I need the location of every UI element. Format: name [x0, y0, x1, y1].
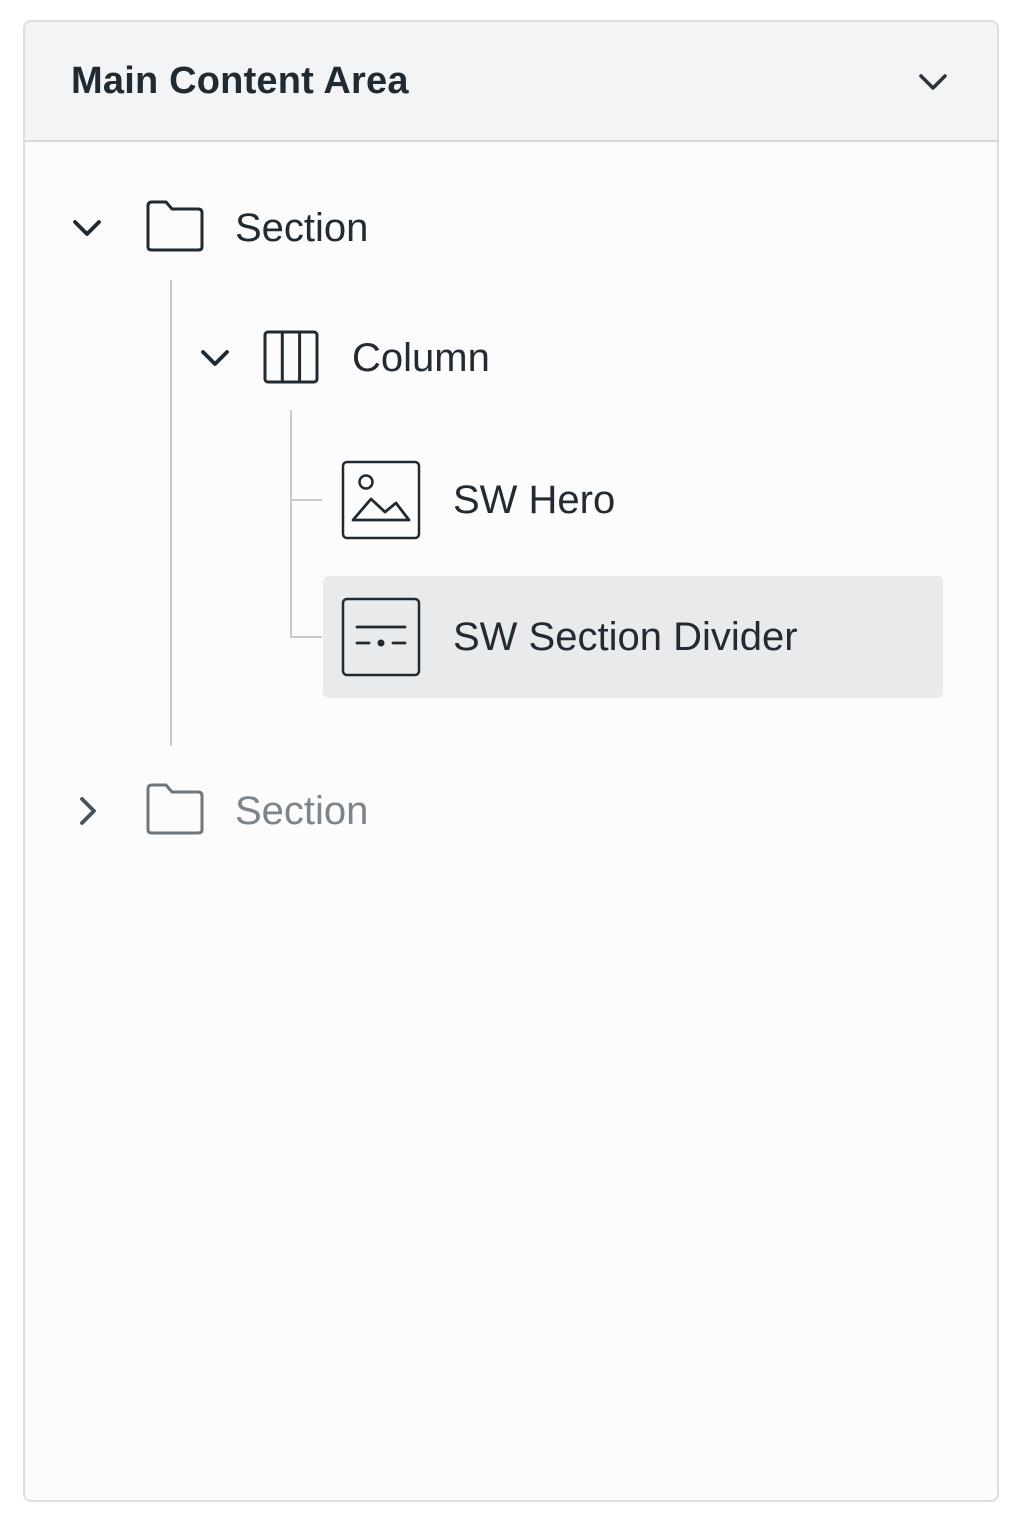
tree-item-sw-hero[interactable]: SW Hero	[25, 460, 997, 540]
tree-item-section[interactable]: Section	[25, 771, 997, 851]
tree-item-label: SW Section Divider	[453, 615, 798, 659]
chevron-down-icon[interactable]	[905, 64, 961, 104]
chevron-down-icon[interactable]	[67, 208, 107, 248]
tree-item-section[interactable]: Section	[25, 188, 997, 268]
panel-header[interactable]: Main Content Area	[25, 22, 997, 142]
folder-icon	[145, 198, 205, 254]
folder-icon	[145, 781, 205, 837]
divider-icon	[341, 597, 421, 677]
tree-item-column[interactable]: Column	[25, 318, 997, 398]
chevron-right-icon[interactable]	[67, 791, 107, 831]
tree-item-sw-section-divider[interactable]: SW Section Divider	[25, 597, 997, 677]
tree-item-label: Section	[235, 206, 369, 250]
tree-item-label: Column	[352, 336, 490, 380]
image-icon	[341, 460, 421, 540]
columns-icon	[263, 330, 319, 384]
tree-item-label: Section	[235, 789, 369, 833]
chevron-down-icon[interactable]	[195, 338, 235, 378]
tree-item-label: SW Hero	[453, 478, 616, 522]
navigator-panel: Main Content Area Section Column SW Hero…	[23, 20, 999, 1502]
panel-title: Main Content Area	[71, 60, 409, 102]
